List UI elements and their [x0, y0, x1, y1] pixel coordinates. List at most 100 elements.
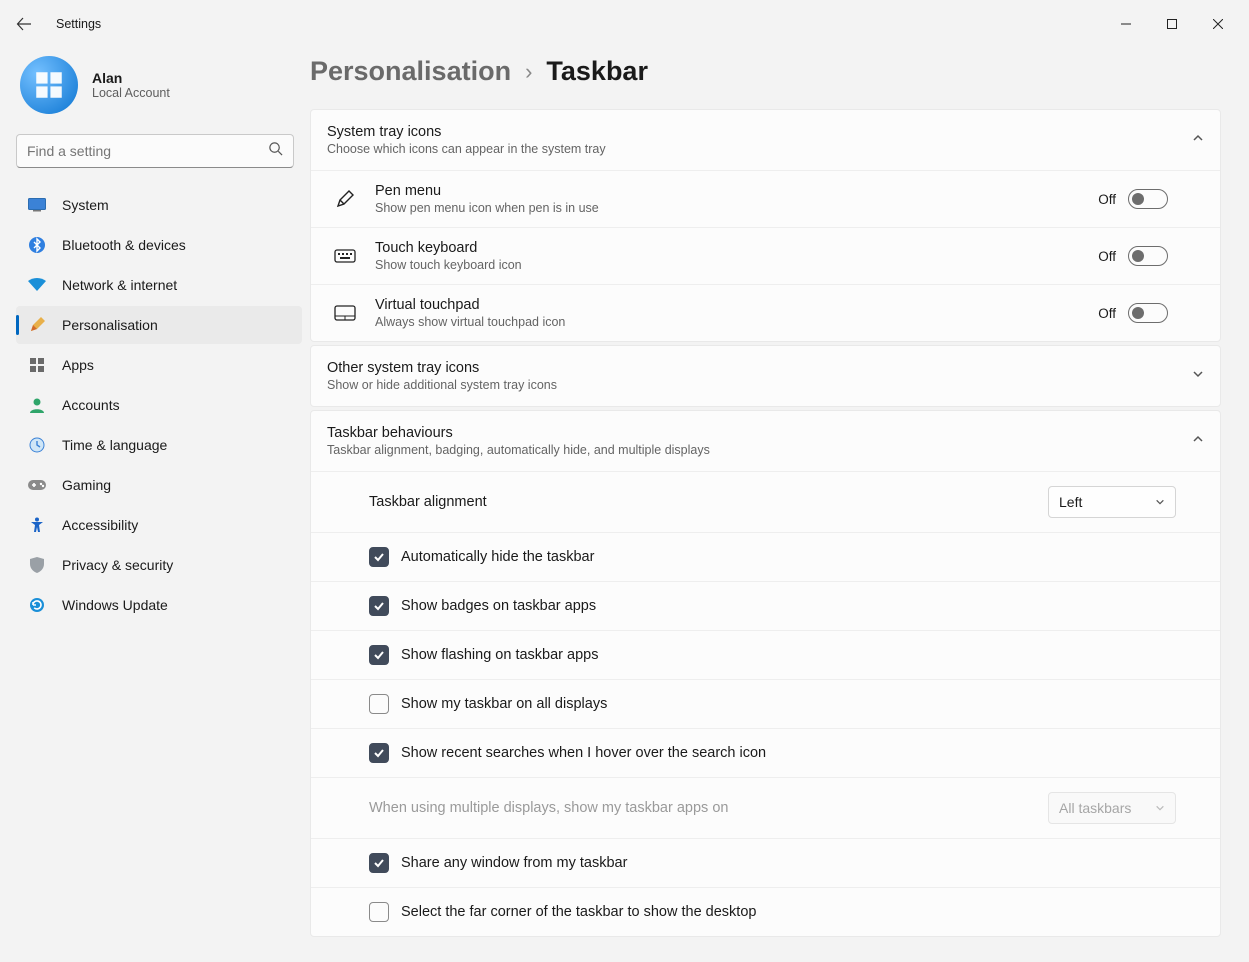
apps-icon	[28, 356, 46, 374]
systray-row-touchpad: Virtual touchpad Always show virtual tou…	[311, 284, 1220, 341]
maximize-button[interactable]	[1149, 8, 1195, 40]
other-system-tray-header[interactable]: Other system tray icons Show or hide add…	[311, 346, 1220, 406]
profile-subtitle: Local Account	[92, 86, 170, 100]
check-row-recentsearch: Show recent searches when I hover over t…	[311, 728, 1220, 777]
sidebar-item-personalisation[interactable]: Personalisation	[16, 306, 302, 344]
nav-list: System Bluetooth & devices Network & inter…	[16, 186, 302, 624]
chevron-down-icon	[1155, 497, 1165, 507]
check-row-alldisplays: Show my taskbar on all displays	[311, 679, 1220, 728]
check-row-flashing: Show flashing on taskbar apps	[311, 630, 1220, 679]
farcorner-checkbox[interactable]	[369, 902, 389, 922]
row-title: Virtual touchpad	[375, 297, 1080, 313]
recentsearch-checkbox[interactable]	[369, 743, 389, 763]
flashing-checkbox[interactable]	[369, 645, 389, 665]
sidebar-item-time[interactable]: Time & language	[16, 426, 302, 464]
sidebar-item-label: Gaming	[62, 477, 111, 493]
check-row-shareany: Share any window from my taskbar	[311, 838, 1220, 887]
chevron-right-icon: ›	[525, 59, 532, 85]
chevron-up-icon	[1192, 432, 1204, 450]
chevron-down-icon	[1155, 803, 1165, 813]
section-desc: Taskbar alignment, badging, automaticall…	[327, 443, 1192, 457]
taskbar-alignment-row: Taskbar alignment Left	[311, 471, 1220, 532]
sidebar-item-label: Privacy & security	[62, 557, 173, 573]
breadcrumb-parent[interactable]: Personalisation	[310, 56, 511, 87]
sidebar-item-privacy[interactable]: Privacy & security	[16, 546, 302, 584]
check-row-badges: Show badges on taskbar apps	[311, 581, 1220, 630]
multidisplay-value: All taskbars	[1059, 800, 1131, 816]
section-title: Taskbar behaviours	[327, 425, 1192, 441]
other-system-tray-section: Other system tray icons Show or hide add…	[310, 345, 1221, 407]
taskbar-behaviours-section: Taskbar behaviours Taskbar alignment, ba…	[310, 410, 1221, 937]
sidebar-item-label: Accessibility	[62, 517, 138, 533]
sidebar: Alan Local Account System Bluetooth & dev…	[0, 48, 310, 962]
shareany-checkbox[interactable]	[369, 853, 389, 873]
row-title: Pen menu	[375, 183, 1080, 199]
system-icon	[28, 196, 46, 214]
minimize-icon	[1121, 19, 1131, 29]
update-icon	[28, 596, 46, 614]
touchkb-toggle[interactable]	[1128, 246, 1168, 266]
sidebar-item-label: Bluetooth & devices	[62, 237, 186, 253]
systray-row-touchkb: Touch keyboard Show touch keyboard icon …	[311, 227, 1220, 284]
section-desc: Show or hide additional system tray icon…	[327, 378, 1192, 392]
personalisation-icon	[28, 316, 46, 334]
taskbar-behaviours-header[interactable]: Taskbar behaviours Taskbar alignment, ba…	[311, 411, 1220, 471]
row-desc: Show pen menu icon when pen is in use	[375, 201, 1080, 215]
systray-row-pen: Pen menu Show pen menu icon when pen is …	[311, 170, 1220, 227]
check-label: Show my taskbar on all displays	[401, 696, 607, 712]
sidebar-item-label: Accounts	[62, 397, 120, 413]
sidebar-item-accessibility[interactable]: Accessibility	[16, 506, 302, 544]
close-button[interactable]	[1195, 8, 1241, 40]
breadcrumb-current: Taskbar	[546, 56, 648, 87]
pen-toggle[interactable]	[1128, 189, 1168, 209]
sidebar-item-accounts[interactable]: Accounts	[16, 386, 302, 424]
alldisplays-checkbox[interactable]	[369, 694, 389, 714]
main-content: Personalisation › Taskbar System tray ic…	[310, 48, 1249, 962]
sidebar-item-label: System	[62, 197, 109, 213]
sidebar-item-label: Time & language	[62, 437, 167, 453]
autohide-checkbox[interactable]	[369, 547, 389, 567]
section-title: System tray icons	[327, 124, 1192, 140]
chevron-down-icon	[1192, 367, 1204, 385]
sidebar-item-bluetooth[interactable]: Bluetooth & devices	[16, 226, 302, 264]
check-label: Automatically hide the taskbar	[401, 549, 594, 565]
profile-block[interactable]: Alan Local Account	[16, 48, 302, 134]
row-desc: Show touch keyboard icon	[375, 258, 1080, 272]
accessibility-icon	[28, 516, 46, 534]
sidebar-item-gaming[interactable]: Gaming	[16, 466, 302, 504]
profile-name: Alan	[92, 70, 170, 86]
alignment-select[interactable]: Left	[1048, 486, 1176, 518]
sidebar-item-label: Network & internet	[62, 277, 177, 293]
sidebar-item-network[interactable]: Network & internet	[16, 266, 302, 304]
alignment-value: Left	[1059, 494, 1082, 510]
badges-checkbox[interactable]	[369, 596, 389, 616]
sidebar-item-label: Personalisation	[62, 317, 158, 333]
sidebar-item-label: Apps	[62, 357, 94, 373]
touchpad-toggle[interactable]	[1128, 303, 1168, 323]
section-desc: Choose which icons can appear in the sys…	[327, 142, 1192, 156]
toggle-state-label: Off	[1098, 192, 1116, 207]
section-title: Other system tray icons	[327, 360, 1192, 376]
system-tray-header[interactable]: System tray icons Choose which icons can…	[311, 110, 1220, 170]
back-button[interactable]	[8, 8, 40, 40]
accounts-icon	[28, 396, 46, 414]
row-title: Touch keyboard	[375, 240, 1080, 256]
sidebar-item-apps[interactable]: Apps	[16, 346, 302, 384]
check-label: Show badges on taskbar apps	[401, 598, 596, 614]
titlebar: Settings	[0, 0, 1249, 48]
touchpad-icon	[333, 305, 357, 321]
search-icon	[268, 141, 283, 161]
privacy-icon	[28, 556, 46, 574]
minimize-button[interactable]	[1103, 8, 1149, 40]
search-input[interactable]	[27, 143, 268, 159]
sidebar-item-system[interactable]: System	[16, 186, 302, 224]
window-title: Settings	[56, 17, 101, 31]
network-icon	[28, 276, 46, 294]
check-label: Show recent searches when I hover over t…	[401, 745, 766, 761]
multidisplay-label: When using multiple displays, show my ta…	[369, 800, 728, 816]
pen-icon	[333, 189, 357, 209]
search-box[interactable]	[16, 134, 294, 168]
bluetooth-icon	[28, 236, 46, 254]
sidebar-item-update[interactable]: Windows Update	[16, 586, 302, 624]
time-icon	[28, 436, 46, 454]
